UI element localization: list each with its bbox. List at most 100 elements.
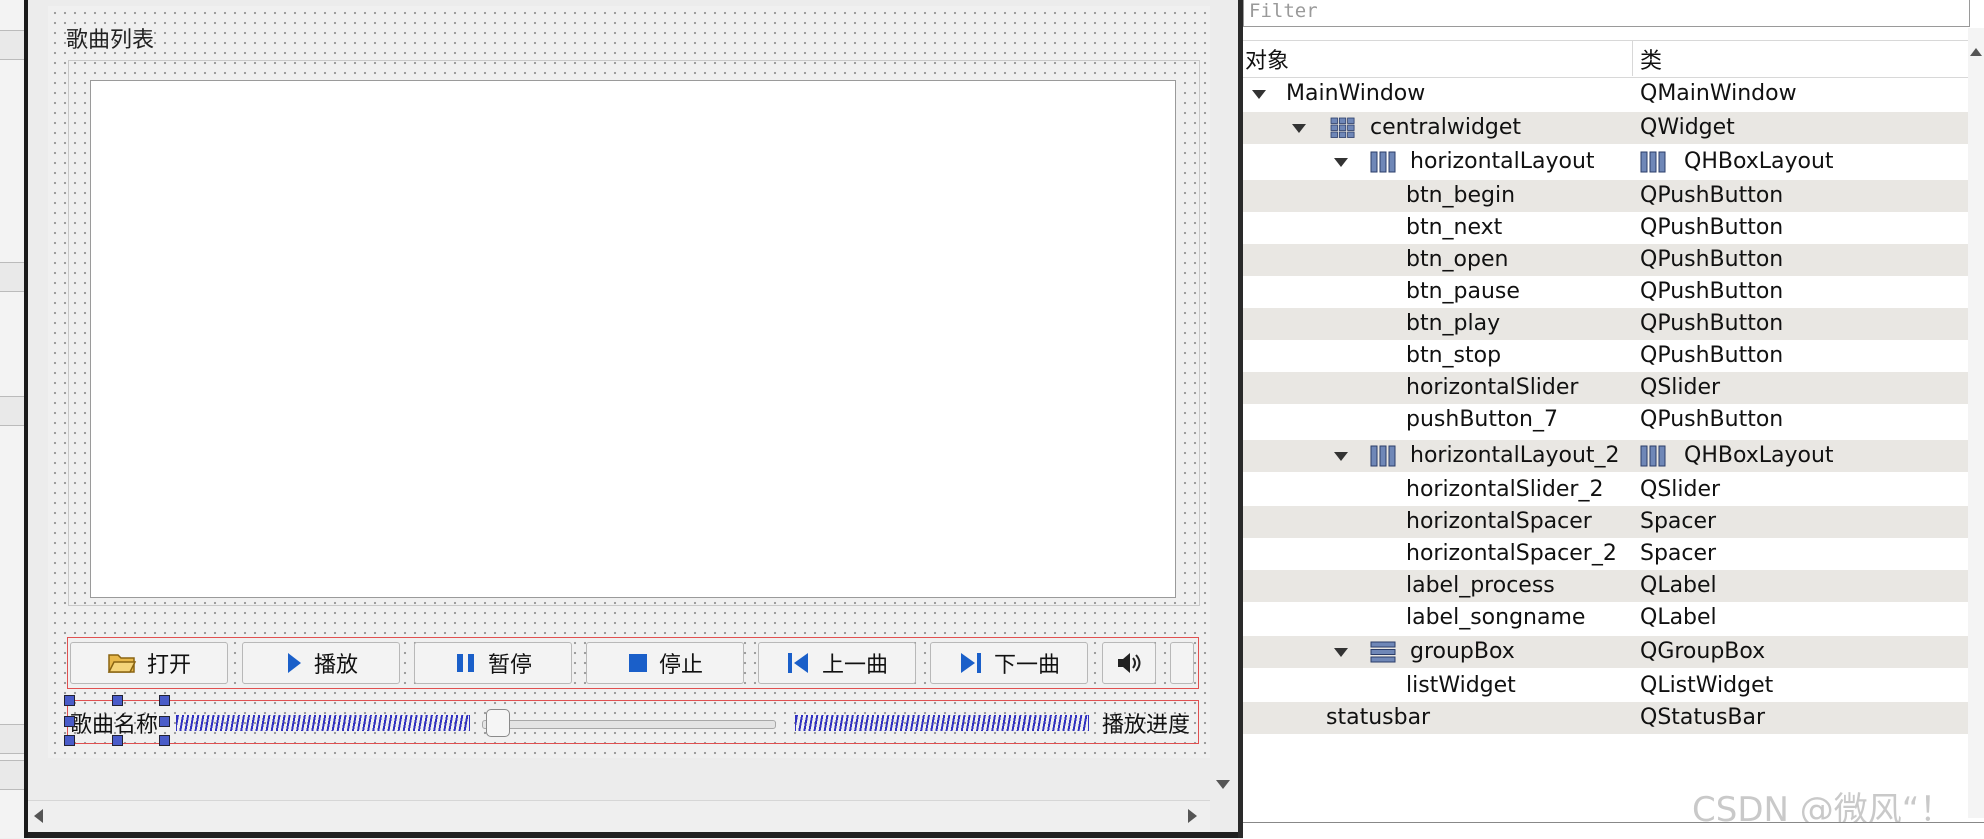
column-header-class[interactable]: 类 [1640,43,1662,75]
tree-row[interactable] [1243,212,1968,244]
pause-button-label: 暂停 [487,653,532,678]
tree-object-class: QLabel [1640,605,1717,630]
column-separator[interactable] [1632,40,1633,76]
next-track-icon [960,653,981,673]
left-panel-tab[interactable] [0,396,24,426]
tree-row[interactable] [1243,372,1968,404]
tree-object-class: QHBoxLayout [1684,443,1834,468]
next-button[interactable]: 下一曲 [930,642,1088,684]
tree-row[interactable] [1243,340,1968,372]
tree-row[interactable] [1243,180,1968,212]
tree-object-name: btn_pause [1406,279,1520,304]
tree-row[interactable] [1243,276,1968,308]
progress-slider-track[interactable] [482,720,776,729]
horizontal-scrollbar[interactable] [28,800,1210,833]
horizontal-spacer [176,715,470,731]
left-panel-tab[interactable] [0,724,24,754]
groupbox-icon [1370,641,1396,663]
vertical-scrollbar[interactable] [1210,0,1238,804]
expand-arrow-icon[interactable] [1252,90,1266,99]
stop-icon [628,654,647,672]
selection-handle[interactable] [64,695,75,706]
tree-object-class: QPushButton [1640,247,1784,272]
expand-arrow-icon[interactable] [1292,124,1306,133]
pause-button[interactable]: 暂停 [414,642,572,684]
selection-handle[interactable] [64,735,75,746]
play-icon [287,653,301,673]
hbox-layout-icon [1370,151,1396,173]
inspector-header [1243,40,1968,78]
tree-object-class: Spacer [1640,509,1717,534]
left-panel-tab[interactable] [0,30,24,60]
button-layout[interactable]: 打开 播放 暂停 停止 上一曲 下一曲 [67,637,1199,689]
selection-handle[interactable] [64,716,75,727]
hbox-layout-icon [1640,445,1666,471]
volume-button[interactable] [1102,642,1156,684]
tree-object-class: QWidget [1640,115,1735,140]
column-header-object[interactable]: 对象 [1245,43,1289,75]
selection-handle[interactable] [159,695,170,706]
play-button-label: 播放 [313,653,358,678]
tree-row[interactable] [1243,570,1968,602]
tree-row[interactable] [1243,244,1968,276]
selection-handle[interactable] [159,716,170,727]
expand-arrow-icon[interactable] [1334,648,1348,657]
previous-button[interactable]: 上一曲 [758,642,916,684]
tree-object-class: QPushButton [1640,311,1784,336]
scroll-left-icon[interactable] [34,809,43,823]
folder-open-icon [107,654,137,673]
tree-row[interactable] [1243,670,1968,702]
left-panel-tab[interactable] [0,262,24,292]
tree-row[interactable] [1243,602,1968,634]
tree-object-name: pushButton_7 [1406,407,1559,432]
previous-track-icon [787,653,808,673]
tree-row[interactable] [1243,404,1968,436]
tree-object-name: btn_next [1406,215,1503,240]
selection-handle[interactable] [159,735,170,746]
pause-icon [456,654,474,672]
play-progress-label: 播放进度 [1102,713,1191,738]
left-panel-tab[interactable] [0,760,24,790]
stop-button[interactable]: 停止 [586,642,744,684]
tree-row[interactable] [1243,308,1968,340]
tree-object-class: QPushButton [1640,343,1784,368]
tree-object-name: horizontalSlider_2 [1406,477,1604,502]
tree-object-name: btn_begin [1406,183,1516,208]
tree-row[interactable] [1243,636,1968,668]
selection-handle[interactable] [112,695,123,706]
expand-arrow-icon[interactable] [1334,452,1348,461]
tree-object-class: QStatusBar [1640,705,1766,730]
next-button-label: 下一曲 [993,653,1060,678]
scroll-down-icon[interactable] [1216,780,1230,789]
play-button[interactable]: 播放 [242,642,400,684]
volume-slider-handle[interactable] [1170,642,1194,684]
tree-object-name: btn_stop [1406,343,1502,368]
progress-layout[interactable]: 歌曲名称 播放进度 [64,695,1199,746]
scroll-right-icon[interactable] [1188,809,1197,823]
open-button[interactable]: 打开 [70,642,228,684]
progress-slider-handle[interactable] [486,709,510,737]
expand-arrow-icon[interactable] [1334,158,1348,167]
selection-handle[interactable] [112,735,123,746]
filter-input[interactable] [1243,0,1970,27]
stop-button-label: 停止 [658,653,703,678]
tree-object-name: horizontalSpacer [1406,509,1592,534]
tree-object-class: QSlider [1640,375,1721,400]
tree-object-class: QSlider [1640,477,1721,502]
previous-button-label: 上一曲 [821,653,888,678]
tree-object-name: btn_open [1406,247,1509,272]
tree-object-name: centralwidget [1370,115,1522,140]
scroll-up-icon[interactable] [1970,48,1982,56]
tree-row[interactable] [1243,146,1968,178]
speaker-icon [1118,653,1141,673]
tree-object-class: QLabel [1640,573,1717,598]
song-list-widget[interactable] [90,80,1176,598]
tree-row[interactable] [1243,474,1968,506]
horizontal-spacer-2 [795,715,1089,731]
tree-object-class: QPushButton [1640,183,1784,208]
tree-row[interactable] [1243,506,1968,538]
tree-object-class: Spacer [1640,541,1717,566]
grid-layout-icon [1330,117,1356,139]
inspector-scrollbar[interactable] [1968,28,1984,818]
tree-object-name: label_songname [1406,605,1586,630]
